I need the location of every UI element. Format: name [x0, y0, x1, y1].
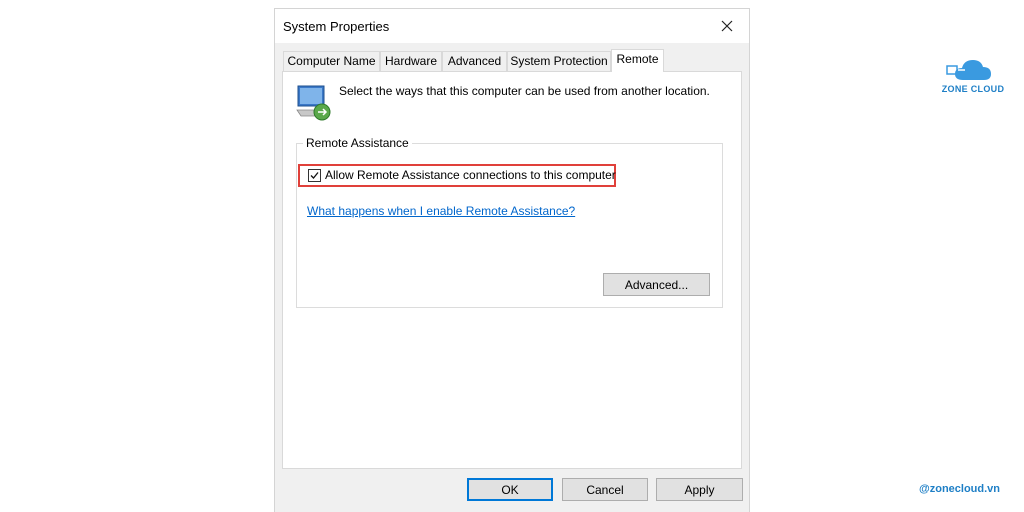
- cancel-button[interactable]: Cancel: [562, 478, 648, 501]
- allow-remote-assistance-label[interactable]: Allow Remote Assistance connections to t…: [325, 168, 616, 182]
- brand-handle: @zonecloud.vn: [919, 483, 1001, 495]
- close-icon: [721, 20, 733, 32]
- remote-assistance-help-link[interactable]: What happens when I enable Remote Assist…: [307, 204, 575, 218]
- tab-remote[interactable]: Remote: [611, 49, 664, 72]
- remote-computer-icon: [296, 85, 331, 121]
- window-title: System Properties: [283, 19, 390, 34]
- close-button[interactable]: [705, 9, 749, 43]
- apply-button[interactable]: Apply: [656, 478, 743, 501]
- intro-text: Select the ways that this computer can b…: [339, 84, 710, 98]
- tab-hardware[interactable]: Hardware: [380, 51, 442, 71]
- tab-computer-name[interactable]: Computer Name: [283, 51, 380, 71]
- logo-text: ZONE CLOUD: [941, 84, 1005, 94]
- cloud-icon: [946, 60, 991, 80]
- tab-advanced[interactable]: Advanced: [442, 51, 507, 71]
- system-properties-dialog: System Properties Computer Name Hardware…: [274, 8, 750, 512]
- tab-system-protection[interactable]: System Protection: [507, 51, 611, 71]
- zone-cloud-logo: ZONE CLOUD: [937, 56, 1009, 98]
- remote-assistance-group: Remote Assistance Allow Remote Assistanc…: [296, 136, 723, 308]
- allow-remote-assistance-checkbox[interactable]: [308, 169, 321, 182]
- group-label: Remote Assistance: [303, 136, 412, 150]
- checkmark-icon: [310, 172, 319, 179]
- title-bar: System Properties: [275, 9, 749, 43]
- remote-tab-panel: Select the ways that this computer can b…: [282, 71, 742, 469]
- advanced-button[interactable]: Advanced...: [603, 273, 710, 296]
- ok-button[interactable]: OK: [467, 478, 553, 501]
